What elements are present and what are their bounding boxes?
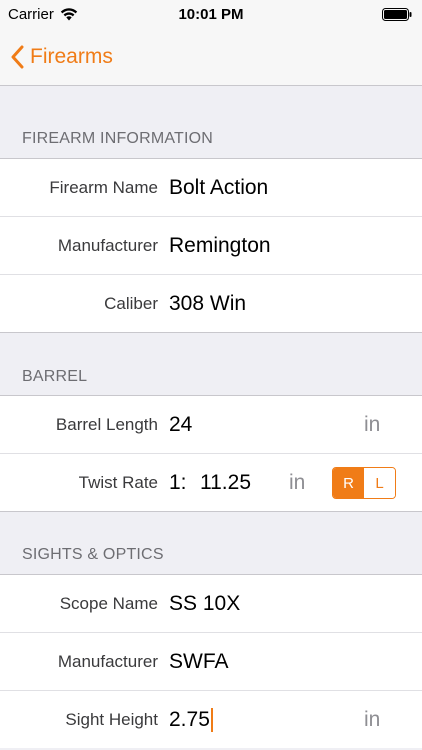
- navigation-bar: Firearms: [0, 30, 422, 86]
- caliber-label: Caliber: [104, 293, 158, 313]
- caliber-field[interactable]: 308 Win: [169, 275, 246, 332]
- section-header-sights-optics: SIGHTS & OPTICS: [22, 546, 164, 563]
- manufacturer-row[interactable]: Manufacturer Remington: [0, 217, 422, 275]
- sights-optics-group: Scope Name SS 10X Manufacturer SWFA Sigh…: [0, 574, 422, 748]
- manufacturer-field[interactable]: Remington: [169, 217, 271, 274]
- status-time: 10:01 PM: [178, 6, 244, 23]
- sight-height-label: Sight Height: [65, 709, 158, 729]
- section-header-barrel: BARREL: [22, 368, 88, 385]
- scope-name-label: Scope Name: [59, 593, 158, 613]
- scope-name-row[interactable]: Scope Name SS 10X: [0, 575, 422, 633]
- section-header-firearm-information: FIREARM INFORMATION: [22, 130, 214, 147]
- barrel-length-label: Barrel Length: [55, 414, 158, 434]
- scope-manufacturer-field[interactable]: SWFA: [169, 633, 229, 690]
- caliber-row[interactable]: Caliber 308 Win: [0, 275, 422, 332]
- barrel-length-row[interactable]: Barrel Length 24 in: [0, 396, 422, 454]
- back-button-label: Firearms: [30, 45, 113, 68]
- manufacturer-label: Manufacturer: [57, 235, 158, 255]
- sight-height-value: 2.75: [169, 707, 210, 731]
- firearm-name-label: Firearm Name: [49, 177, 158, 197]
- scope-manufacturer-row[interactable]: Manufacturer SWFA: [0, 633, 422, 691]
- back-button[interactable]: Firearms: [10, 40, 113, 74]
- twist-right-button[interactable]: R: [333, 468, 364, 498]
- firearm-name-row[interactable]: Firearm Name Bolt Action: [0, 159, 422, 217]
- text-cursor: [210, 707, 213, 732]
- barrel-length-field[interactable]: 24: [169, 396, 192, 453]
- status-bar: Carrier 10:01 PM: [0, 0, 422, 30]
- barrel-group: Barrel Length 24 in Twist Rate 1: 11.25 …: [0, 395, 422, 512]
- twist-rate-unit: in: [289, 470, 306, 494]
- battery-icon: [382, 8, 412, 21]
- scope-name-field[interactable]: SS 10X: [169, 575, 240, 632]
- sight-height-unit: in: [364, 707, 381, 731]
- twist-rate-field[interactable]: 11.25: [200, 454, 251, 511]
- twist-left-button[interactable]: L: [364, 468, 395, 498]
- scope-manufacturer-label: Manufacturer: [57, 651, 158, 671]
- barrel-length-unit: in: [364, 412, 381, 436]
- twist-rate-label: Twist Rate: [78, 472, 158, 492]
- firearm-name-field[interactable]: Bolt Action: [169, 159, 268, 216]
- chevron-left-icon: [11, 45, 24, 69]
- twist-rate-row[interactable]: Twist Rate 1: 11.25 in R L: [0, 454, 422, 511]
- sight-height-field[interactable]: 2.75: [169, 691, 213, 748]
- sight-height-row[interactable]: Sight Height 2.75 in: [0, 691, 422, 748]
- twist-direction-toggle[interactable]: R L: [332, 467, 396, 499]
- firearm-information-group: Firearm Name Bolt Action Manufacturer Re…: [0, 158, 422, 333]
- twist-rate-prefix: 1:: [169, 470, 187, 494]
